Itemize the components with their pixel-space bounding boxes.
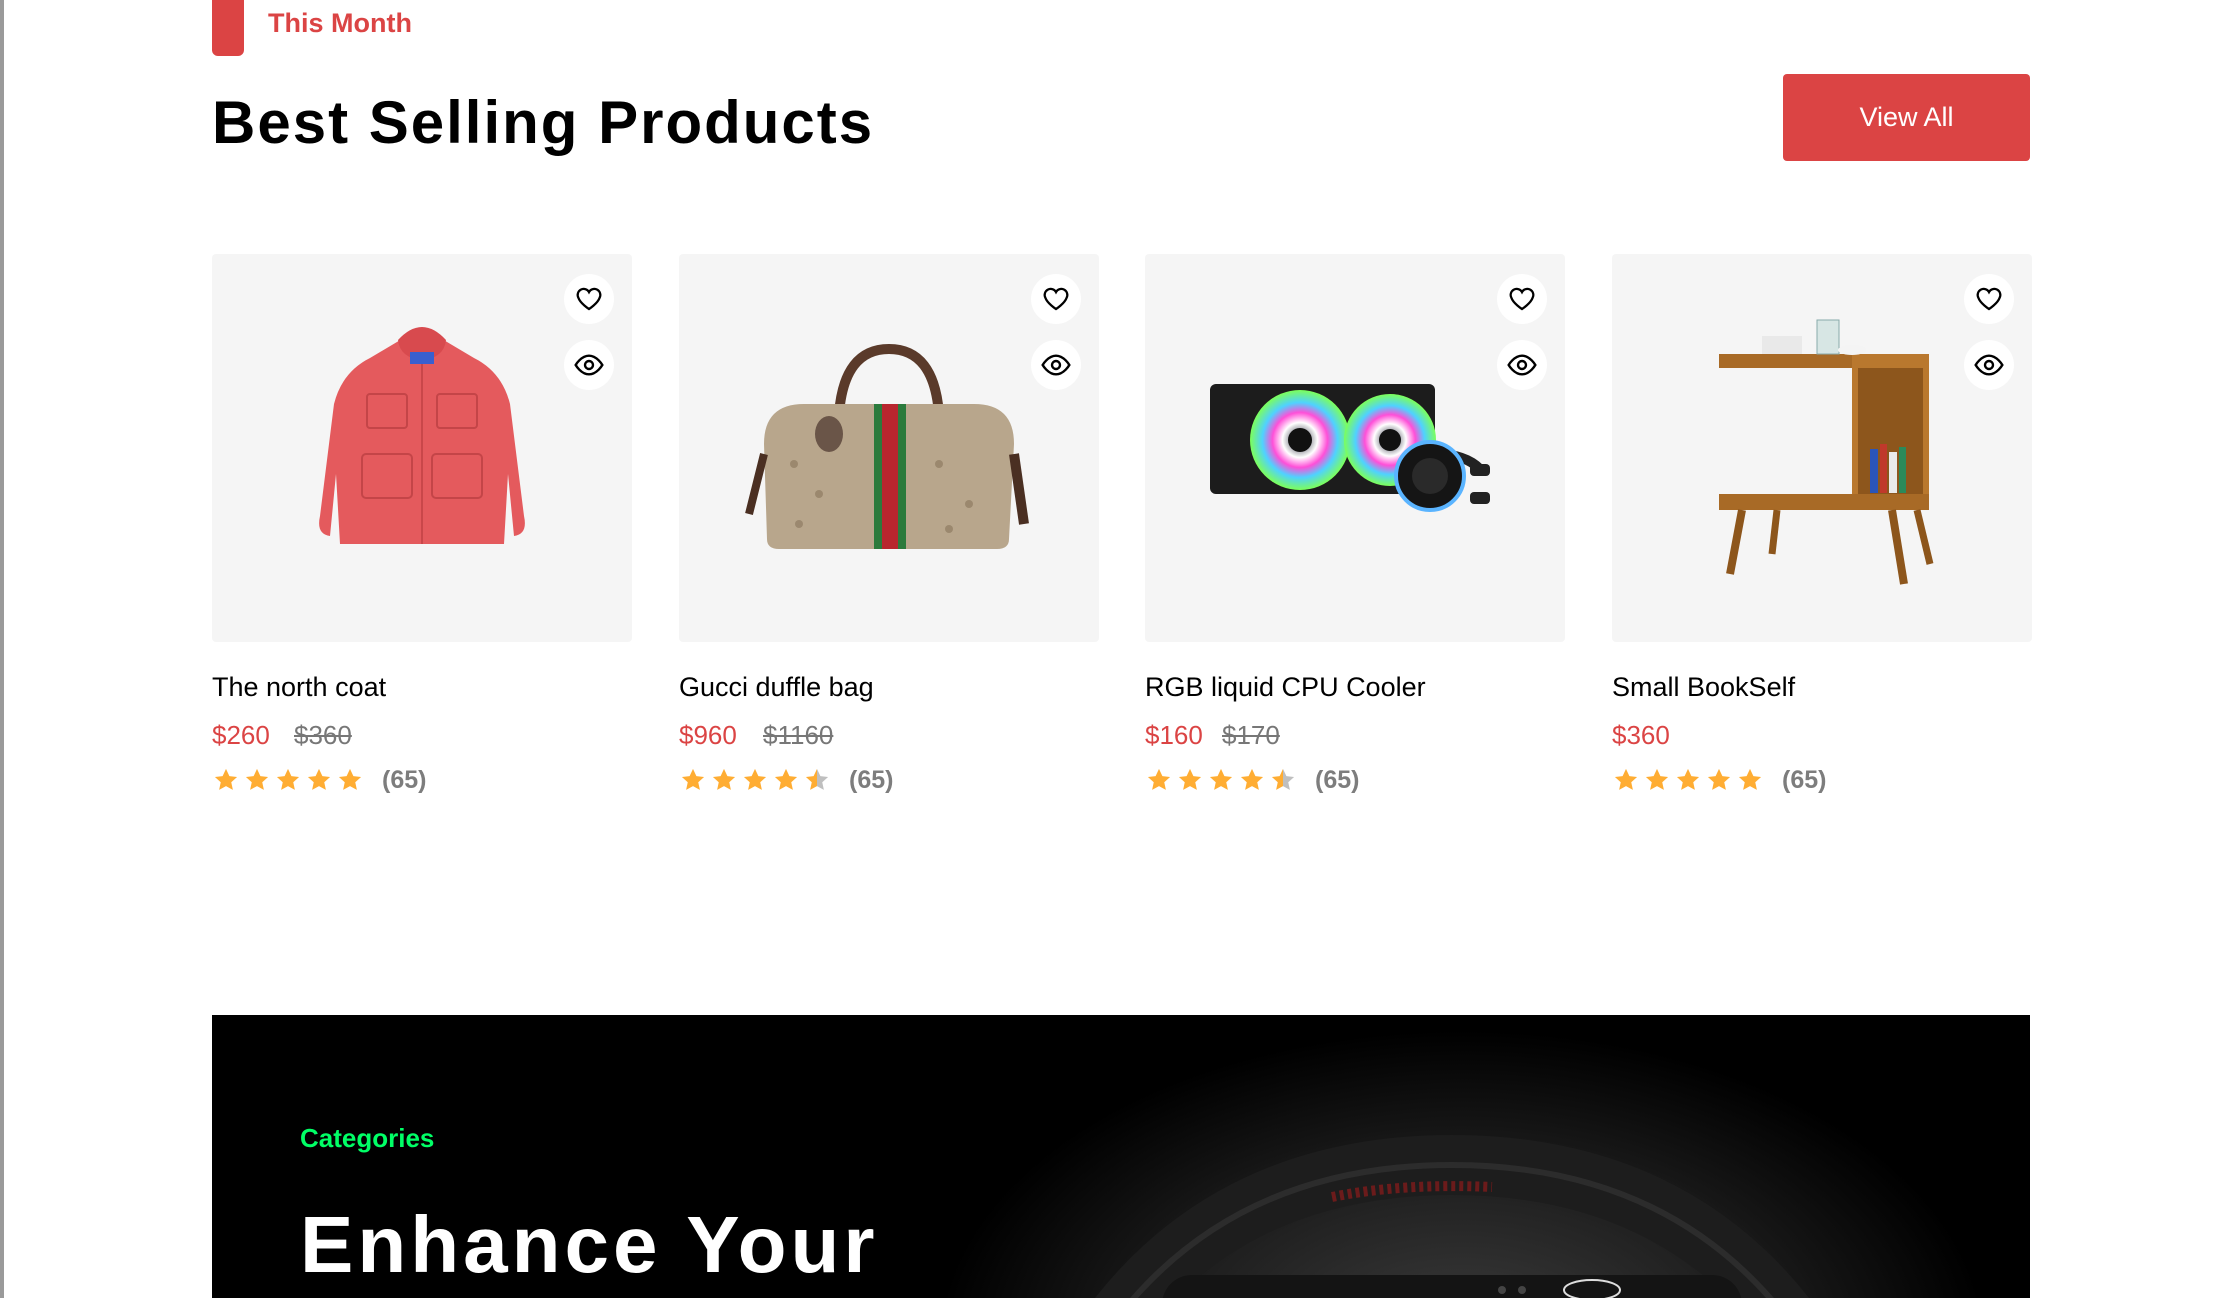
star-icon [1676, 768, 1700, 790]
star-icon [1147, 768, 1171, 790]
star-icon [1645, 768, 1669, 790]
product-image-box[interactable] [212, 254, 632, 642]
product-old-price: $360 [294, 720, 352, 750]
product-card[interactable]: RGB liquid CPU Cooler $160 $170 (65) [1145, 254, 1565, 794]
banner-tag: Categories [300, 1123, 435, 1153]
product-name[interactable]: Gucci duffle bag [679, 672, 874, 703]
star-icon [1240, 768, 1264, 790]
star-icon [245, 768, 269, 790]
star-icon [712, 768, 736, 790]
wishlist-button[interactable] [1964, 274, 2014, 324]
product-price: $160 [1145, 720, 1203, 750]
product-image-box[interactable] [679, 254, 1099, 642]
view-all-button[interactable]: View All [1783, 74, 2030, 161]
product-name[interactable]: The north coat [212, 672, 386, 703]
heart-icon [1043, 287, 1069, 311]
quick-view-button[interactable] [1031, 340, 1081, 390]
heart-icon [576, 287, 602, 311]
window-edge [0, 0, 4, 1298]
star-icon [1738, 768, 1762, 790]
category-banner: Categories Enhance Your [212, 1015, 2030, 1298]
product-card[interactable]: Gucci duffle bag $960 $1160 (65) [679, 254, 1099, 794]
rating-stars [212, 766, 364, 794]
star-icon [805, 768, 829, 790]
speaker-image [1095, 1134, 1809, 1298]
section-marker [212, 0, 244, 56]
review-count: (65) [849, 766, 894, 794]
eye-icon [1041, 354, 1071, 376]
quick-view-button[interactable] [1964, 340, 2014, 390]
wishlist-button[interactable] [564, 274, 614, 324]
product-card[interactable]: The north coat $260 $360 (65) [212, 254, 632, 794]
star-icon [1271, 768, 1295, 790]
product-price: $360 [1612, 720, 1670, 750]
product-old-price: $170 [1222, 720, 1280, 750]
star-icon [307, 768, 331, 790]
star-icon [276, 768, 300, 790]
section-title: Best Selling Products [212, 89, 875, 156]
eye-icon [1507, 354, 1537, 376]
quick-view-button[interactable] [564, 340, 614, 390]
banner-heading: Enhance Your [300, 1200, 879, 1289]
product-image-box[interactable] [1612, 254, 2032, 642]
wishlist-button[interactable] [1031, 274, 1081, 324]
wishlist-button[interactable] [1497, 274, 1547, 324]
product-name[interactable]: RGB liquid CPU Cooler [1145, 672, 1426, 703]
review-count: (65) [1315, 766, 1360, 794]
star-icon [774, 768, 798, 790]
star-icon [1707, 768, 1731, 790]
eye-icon [574, 354, 604, 376]
section-tag: This Month [268, 8, 412, 38]
product-card[interactable]: Small BookSelf $360 (65) [1612, 254, 2032, 794]
rating-stars [1612, 766, 1764, 794]
quick-view-button[interactable] [1497, 340, 1547, 390]
product-old-price: $1160 [763, 720, 834, 750]
star-icon [214, 768, 238, 790]
review-count: (65) [382, 766, 427, 794]
rating-stars [679, 766, 831, 794]
star-icon [743, 768, 767, 790]
heart-icon [1976, 287, 2002, 311]
product-name[interactable]: Small BookSelf [1612, 672, 1795, 703]
heart-icon [1509, 287, 1535, 311]
product-price: $260 [212, 720, 270, 750]
review-count: (65) [1782, 766, 1827, 794]
product-price: $960 [679, 720, 737, 750]
star-icon [338, 768, 362, 790]
product-image-box[interactable] [1145, 254, 1565, 642]
eye-icon [1974, 354, 2004, 376]
rating-stars [1145, 766, 1297, 794]
star-icon [1209, 768, 1233, 790]
star-icon [1178, 768, 1202, 790]
star-icon [681, 768, 705, 790]
star-icon [1614, 768, 1638, 790]
